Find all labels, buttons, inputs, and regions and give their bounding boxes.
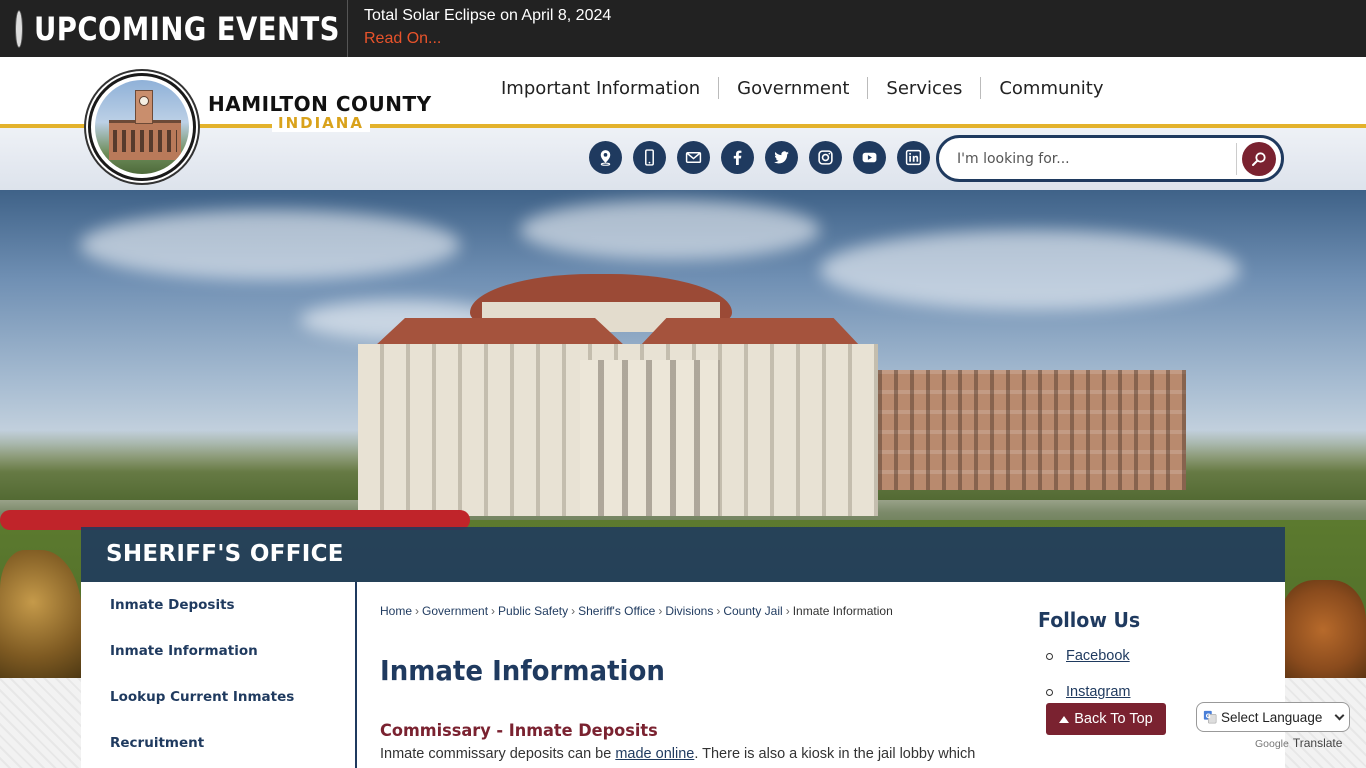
instagram-icon[interactable] bbox=[809, 141, 842, 174]
logo-county-name[interactable]: HAMILTON COUNTY bbox=[208, 92, 432, 116]
side-navigation: Inmate Deposits Inmate Information Looku… bbox=[81, 582, 357, 768]
arrow-up-icon bbox=[1059, 715, 1070, 723]
alert-dot-icon bbox=[16, 10, 22, 47]
map-pin-icon[interactable] bbox=[589, 141, 622, 174]
list-item: Facebook bbox=[1046, 648, 1130, 684]
side-nav-inmate-deposits[interactable]: Inmate Deposits bbox=[110, 597, 235, 613]
facebook-link[interactable]: Facebook bbox=[1066, 648, 1130, 664]
breadcrumb-current: Inmate Information bbox=[792, 604, 893, 618]
follow-us-heading: Follow Us bbox=[1038, 608, 1141, 632]
side-nav-recruitment[interactable]: Recruitment bbox=[110, 735, 204, 751]
search-icon bbox=[1252, 152, 1266, 166]
nav-government[interactable]: Government bbox=[719, 78, 867, 99]
made-online-link[interactable]: made online bbox=[615, 746, 694, 762]
seal-courthouse-image bbox=[95, 80, 189, 174]
email-icon[interactable] bbox=[677, 141, 710, 174]
department-banner: SHERIFF'S OFFICE bbox=[81, 527, 1285, 582]
breadcrumb-public-safety[interactable]: Public Safety bbox=[498, 604, 568, 618]
search-divider bbox=[1236, 143, 1237, 175]
nav-important-information[interactable]: Important Information bbox=[483, 78, 718, 99]
youtube-icon[interactable] bbox=[853, 141, 886, 174]
page-title: Inmate Information bbox=[380, 654, 665, 687]
main-navigation: Important Information Government Service… bbox=[483, 57, 1122, 119]
twitter-icon[interactable] bbox=[765, 141, 798, 174]
search-button[interactable] bbox=[1242, 142, 1276, 176]
google-wordmark: Google bbox=[1255, 738, 1289, 750]
social-icon-row bbox=[589, 141, 930, 174]
breadcrumb-home[interactable]: Home bbox=[380, 604, 412, 618]
back-to-top-button[interactable]: Back To Top bbox=[1046, 703, 1166, 735]
language-select[interactable]: G Select Language bbox=[1196, 702, 1350, 732]
upcoming-events-title: UPCOMING EVENTS bbox=[34, 9, 340, 48]
instagram-link[interactable]: Instagram bbox=[1066, 684, 1130, 700]
breadcrumb: Home › Government › Public Safety › Sheriff's … bbox=[380, 604, 893, 618]
townhomes-image bbox=[866, 370, 1186, 490]
event-headline: Total Solar Eclipse on April 8, 2024 bbox=[364, 7, 612, 24]
side-nav-lookup-current-inmates[interactable]: Lookup Current Inmates bbox=[110, 689, 294, 705]
read-on-link[interactable]: Read On... bbox=[364, 30, 441, 48]
breadcrumb-divisions[interactable]: Divisions bbox=[665, 604, 713, 618]
powered-by-google-translate: Google Translate bbox=[1255, 736, 1342, 750]
body-paragraph: Inmate commissary deposits can be made o… bbox=[380, 746, 976, 762]
side-nav-inmate-information[interactable]: Inmate Information bbox=[110, 643, 258, 659]
translate-link[interactable]: Translate bbox=[1293, 736, 1343, 750]
county-seal-logo[interactable] bbox=[88, 73, 196, 181]
clock-icon bbox=[139, 96, 149, 106]
department-title: SHERIFF'S OFFICE bbox=[106, 541, 344, 567]
nav-services[interactable]: Services bbox=[868, 78, 980, 99]
logo-state-name[interactable]: INDIANA bbox=[272, 114, 370, 132]
select-language-label: Select Language bbox=[1221, 709, 1323, 725]
facebook-icon[interactable] bbox=[721, 141, 754, 174]
breadcrumb-sheriffs-office[interactable]: Sheriff's Office bbox=[578, 604, 655, 618]
section-heading: Commissary - Inmate Deposits bbox=[380, 721, 658, 741]
mobile-phone-icon[interactable] bbox=[633, 141, 666, 174]
google-translate-icon: G bbox=[1203, 710, 1217, 724]
search-box bbox=[936, 135, 1284, 182]
upcoming-events-label: UPCOMING EVENTS bbox=[16, 0, 346, 57]
chevron-down-icon bbox=[1334, 710, 1345, 721]
events-divider bbox=[347, 0, 348, 57]
back-to-top-label: Back To Top bbox=[1074, 711, 1153, 727]
linkedin-icon[interactable] bbox=[897, 141, 930, 174]
nav-community[interactable]: Community bbox=[981, 78, 1121, 99]
svg-text:G: G bbox=[1206, 713, 1211, 720]
content-panel: Inmate Deposits Inmate Information Looku… bbox=[81, 582, 1285, 768]
breadcrumb-county-jail[interactable]: County Jail bbox=[723, 604, 782, 618]
breadcrumb-government[interactable]: Government bbox=[422, 604, 488, 618]
search-input[interactable] bbox=[957, 147, 1227, 171]
upcoming-events-bar: UPCOMING EVENTS Total Solar Eclipse on A… bbox=[0, 0, 1366, 57]
